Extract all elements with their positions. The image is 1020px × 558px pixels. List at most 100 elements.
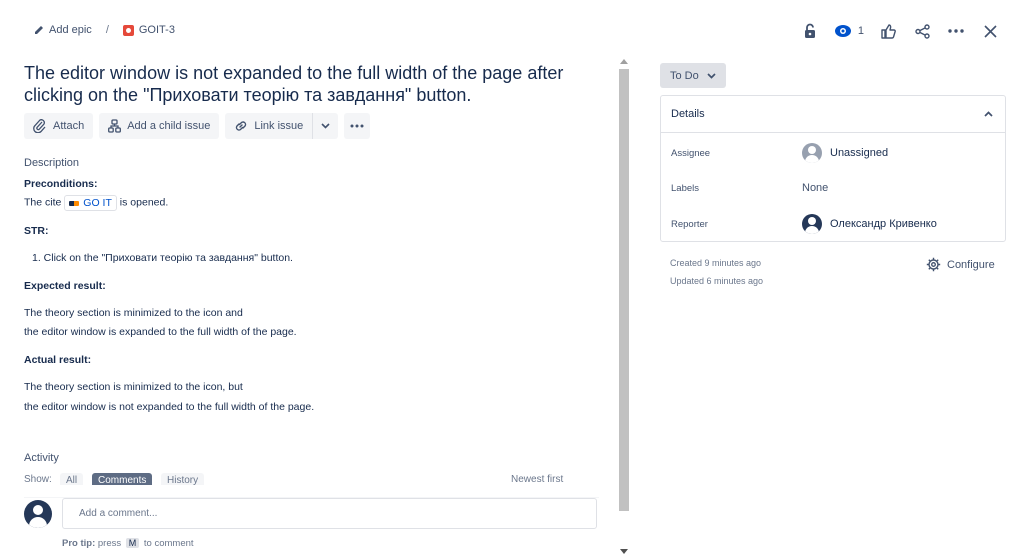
expected-heading: Expected result: <box>24 280 106 292</box>
add-child-label: Add a child issue <box>127 120 211 132</box>
pro-tip-suffix: to comment <box>143 538 194 549</box>
more-actions-button[interactable] <box>946 20 966 42</box>
assignee-row: Assignee Unassigned <box>671 143 996 163</box>
cite-suffix: is opened. <box>119 196 169 209</box>
pro-tip-press: press <box>97 538 122 549</box>
link-issue-button[interactable]: Link issue <box>225 113 312 139</box>
chevron-up-icon <box>984 111 993 117</box>
filter-comments[interactable]: Comments <box>92 473 153 485</box>
attach-button[interactable]: Attach <box>24 113 94 139</box>
pro-tip-label: Pro tip: <box>62 538 96 549</box>
configure-button[interactable]: Configure <box>926 257 995 272</box>
close-button[interactable] <box>980 20 1000 42</box>
reporter-field[interactable]: Олександр Кривенко <box>802 214 937 234</box>
step-1: 1. Click on the "Приховати теорію та зав… <box>32 252 293 264</box>
main-scrollbar[interactable] <box>617 55 631 558</box>
link-icon <box>236 121 247 131</box>
details-title: Details <box>671 108 705 120</box>
reporter-row: Reporter Олександр Кривенко <box>671 214 996 234</box>
precondition-line: The cite GO IT is opened. <box>24 195 168 211</box>
expected-line-2: the editor window is expanded to the ful… <box>24 326 297 338</box>
restrict-button[interactable] <box>800 20 820 42</box>
created-timestamp: Created 9 minutes ago <box>670 258 762 268</box>
paperclip-icon <box>33 119 46 133</box>
reporter-label: Reporter <box>671 218 708 230</box>
scroll-up-arrow-icon[interactable] <box>620 59 628 64</box>
actual-line-2: the editor window is not expanded to the… <box>24 401 315 413</box>
link-issue-label: Link issue <box>254 120 304 132</box>
status-label: To Do <box>670 69 699 82</box>
assignee-field[interactable]: Unassigned <box>802 143 888 163</box>
expected-line-1: The theory section is minimized to the i… <box>24 307 243 319</box>
link-issue-group: Link issue <box>225 113 339 139</box>
attach-label: Attach <box>53 120 85 132</box>
breadcrumb: Add epic / GOIT-3 <box>34 24 175 36</box>
add-epic-label: Add epic <box>49 24 92 36</box>
vote-button[interactable] <box>878 20 898 42</box>
eye-icon <box>834 25 851 37</box>
watch-button[interactable]: 1 <box>834 20 864 42</box>
more-icon <box>350 124 364 128</box>
issue-key: GOIT-3 <box>138 24 175 36</box>
avatar <box>24 500 52 528</box>
watchers-count: 1 <box>857 25 864 37</box>
assignee-label: Assignee <box>671 147 711 159</box>
show-label: Show: <box>24 474 52 485</box>
gear-icon <box>926 257 941 272</box>
labels-value: None <box>802 182 829 194</box>
comment-area: Add a comment... Pro tip: press M to com… <box>24 497 599 557</box>
configure-label: Configure <box>947 258 995 271</box>
chevron-down-icon <box>707 72 716 79</box>
sort-order-button[interactable]: Newest first <box>511 474 563 485</box>
chevron-down-icon <box>321 123 330 129</box>
activity-filter-row: Show: All Comments History Newest first <box>24 473 589 485</box>
filter-history[interactable]: History <box>161 473 205 485</box>
str-heading: STR: <box>24 225 49 237</box>
more-icon <box>948 29 964 33</box>
thumbs-up-icon <box>880 23 896 39</box>
details-panel: Details Assignee Unassigned Labels None … <box>660 95 1006 242</box>
issue-key-link[interactable]: GOIT-3 <box>122 24 175 36</box>
add-child-issue-button[interactable]: Add a child issue <box>99 113 220 139</box>
pro-tip: Pro tip: press M to comment <box>62 538 194 549</box>
labels-label: Labels <box>671 182 699 194</box>
preconditions-heading: Preconditions: <box>24 178 98 190</box>
site-favicon-icon <box>69 200 80 206</box>
add-epic-link[interactable]: Add epic <box>34 24 92 36</box>
updated-timestamp: Updated 6 minutes ago <box>670 276 764 286</box>
unassigned-avatar-icon <box>802 143 822 163</box>
link-issue-dropdown[interactable] <box>313 113 338 139</box>
pencil-icon <box>35 26 43 34</box>
unlock-icon <box>804 23 815 38</box>
actual-line-1: The theory section is minimized to the i… <box>24 381 243 393</box>
shortcut-key: M <box>125 538 140 548</box>
bug-icon <box>122 24 134 36</box>
share-button[interactable] <box>912 20 932 42</box>
reporter-value: Олександр Кривенко <box>830 218 937 230</box>
labels-row: Labels None <box>671 178 996 198</box>
details-header[interactable]: Details <box>661 96 1005 133</box>
comment-input[interactable]: Add a comment... <box>62 498 597 529</box>
labels-field[interactable]: None <box>802 182 828 194</box>
breadcrumb-separator: / <box>105 24 109 36</box>
reporter-avatar-icon <box>802 214 822 234</box>
scroll-down-arrow-icon[interactable] <box>620 549 628 554</box>
issue-actions: 1 <box>800 20 1000 42</box>
share-icon <box>914 23 930 39</box>
activity-heading: Activity <box>24 452 59 464</box>
status-dropdown[interactable]: To Do <box>660 63 726 88</box>
filter-all[interactable]: All <box>60 473 84 485</box>
cite-prefix: The cite <box>24 196 62 209</box>
assignee-value: Unassigned <box>830 147 889 159</box>
go-it-link-label: GO IT <box>83 197 112 209</box>
issue-main-panel: The editor window is not expanded to the… <box>0 55 605 558</box>
description-label: Description <box>24 157 80 169</box>
actual-heading: Actual result: <box>24 354 92 366</box>
issue-toolbar: Attach Add a child issue Link issue <box>24 113 371 139</box>
go-it-link[interactable]: GO IT <box>64 195 117 211</box>
hierarchy-icon <box>108 119 122 133</box>
toolbar-more-button[interactable] <box>344 113 371 139</box>
close-icon <box>983 24 997 38</box>
scrollbar-thumb[interactable] <box>619 69 629 511</box>
issue-title[interactable]: The editor window is not expanded to the… <box>24 62 594 106</box>
